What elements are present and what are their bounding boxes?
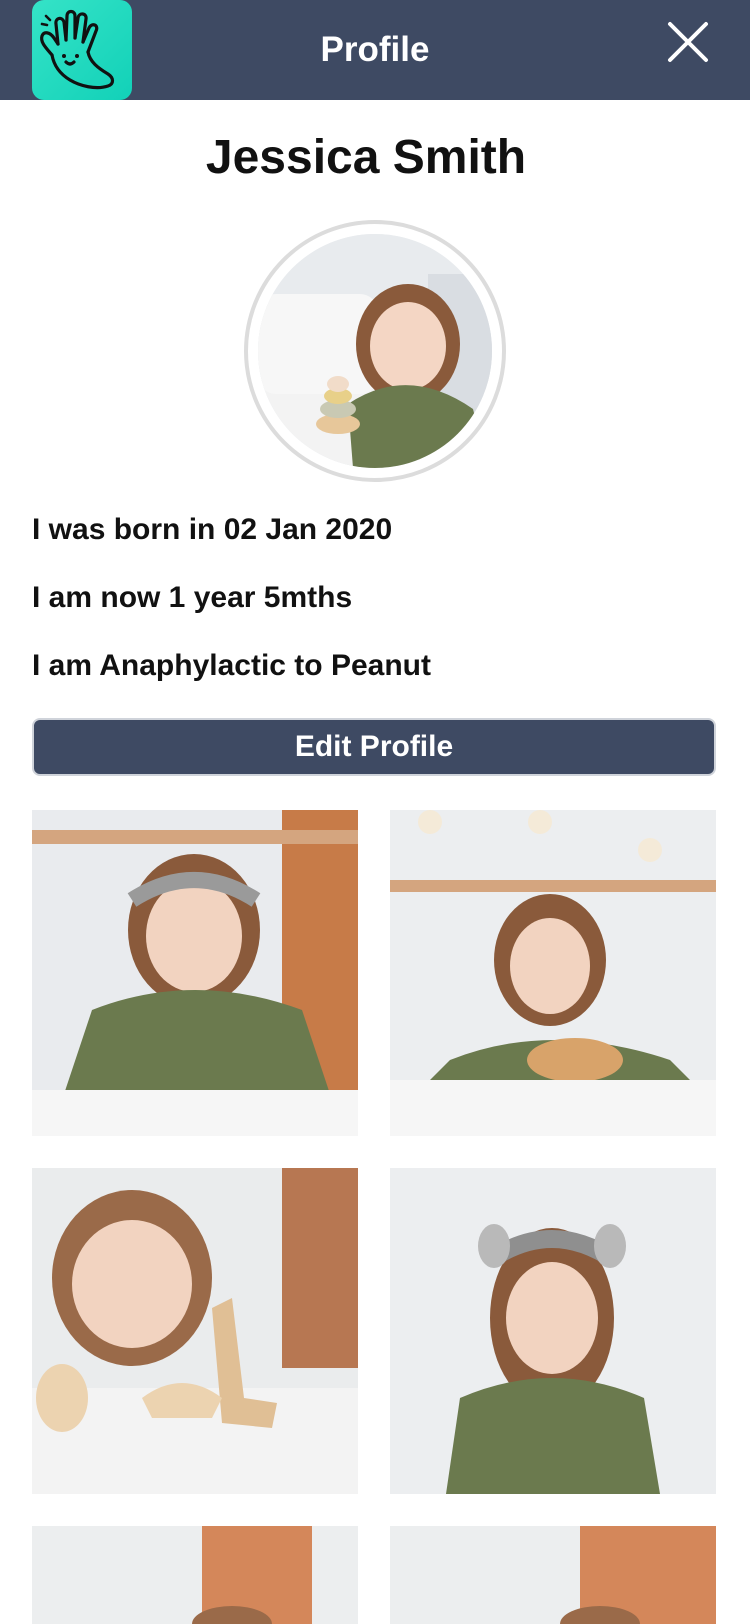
edit-profile-button[interactable]: Edit Profile: [32, 718, 716, 776]
gallery-photo-4[interactable]: [390, 1168, 716, 1494]
age-text: I am now 1 year 5mths: [32, 581, 353, 614]
gallery-photo-2[interactable]: [390, 810, 716, 1136]
gallery-photo-5[interactable]: [32, 1526, 358, 1624]
birth-date-text: I was born in 02 Jan 2020: [32, 513, 393, 546]
gallery-photo-1[interactable]: [32, 810, 358, 1136]
gallery-photo-6[interactable]: [390, 1526, 716, 1624]
allergy-text: I am Anaphylactic to Peanut: [32, 649, 431, 682]
avatar-frame: [244, 220, 506, 482]
app-header: Profile: [0, 0, 750, 100]
close-icon[interactable]: [664, 18, 712, 66]
avatar[interactable]: [258, 234, 492, 468]
close-button[interactable]: [664, 18, 712, 66]
gallery-photo-3[interactable]: [32, 1168, 358, 1494]
child-name: Jessica Smith: [205, 131, 527, 184]
page-title: Profile: [320, 30, 430, 69]
